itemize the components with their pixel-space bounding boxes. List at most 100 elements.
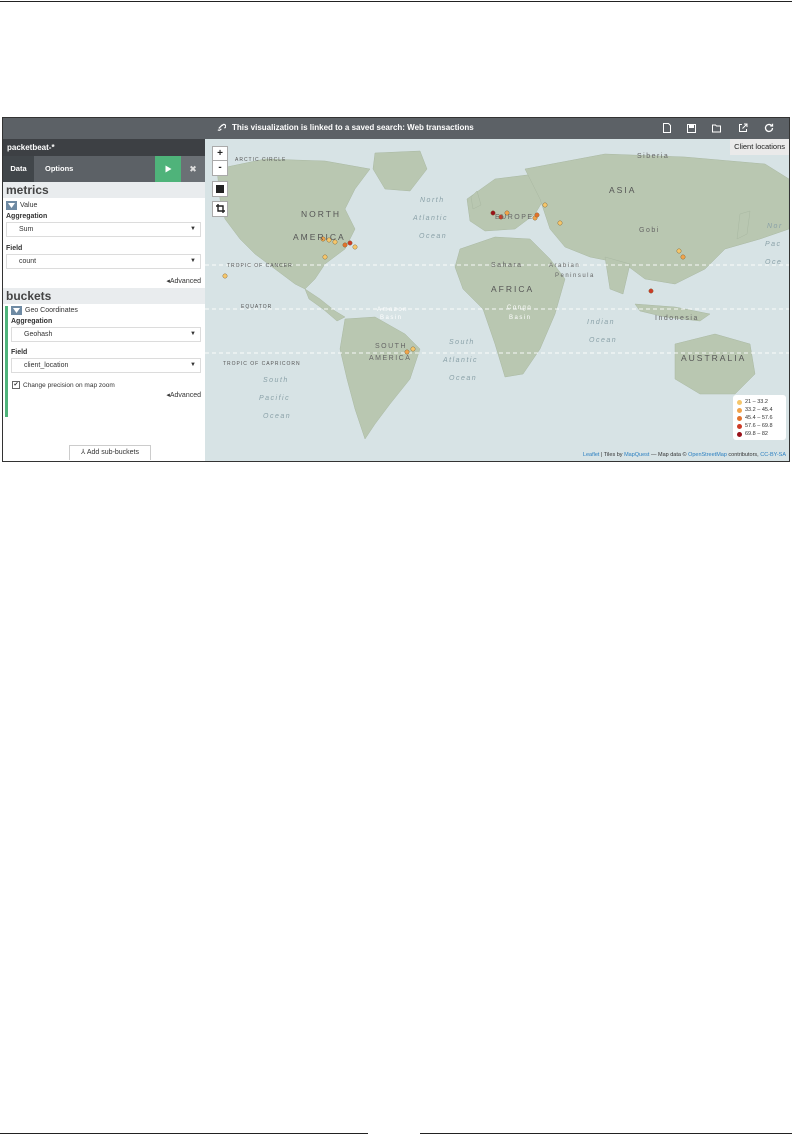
bucket-field-select[interactable]: client_location ▼ — [11, 358, 201, 373]
australia-land — [674, 333, 756, 395]
indian-ocean-label-1: Indian — [587, 319, 616, 326]
bucket-agg-header[interactable]: Geo Coordinates — [8, 306, 205, 315]
precision-checkbox-row[interactable]: ✔ Change precision on map zoom — [8, 381, 205, 389]
europe-label: EUROPE — [495, 214, 534, 221]
linked-search-message: This visualization is linked to a saved … — [217, 123, 474, 132]
location-marker[interactable] — [542, 202, 548, 208]
legend-row: 21 – 33.2 — [737, 398, 783, 406]
top-bar: This visualization is linked to a saved … — [3, 118, 789, 139]
editor-sidebar: packetbeat-* Data Options ✖ metrics Valu… — [3, 139, 205, 461]
legend-range-label: 57.6 – 69.8 — [745, 423, 773, 429]
map-data-text: — Map data © — [649, 452, 689, 458]
fit-bounds-button[interactable] — [212, 201, 228, 217]
metric-aggregation-label: Aggregation — [6, 213, 48, 220]
location-marker[interactable] — [404, 349, 410, 355]
location-marker[interactable] — [534, 212, 540, 218]
metric-agg-header[interactable]: Value — [3, 201, 205, 210]
legend-row: 33.2 – 45.4 — [737, 406, 783, 414]
osm-link[interactable]: OpenStreetMap — [688, 452, 727, 458]
bucket-field-label: Field — [11, 349, 28, 356]
metric-field-select[interactable]: count ▼ — [6, 254, 201, 269]
tropic-cancer-label: TROPIC OF CANCER — [227, 263, 293, 269]
world-map — [205, 139, 789, 461]
linked-search-text: This visualization is linked to a saved … — [232, 123, 474, 132]
map-canvas[interactable]: Client locations + - ARCTIC CIRCLE Siber… — [205, 139, 789, 461]
arctic-circle-label: ARCTIC CIRCLE — [235, 157, 287, 163]
sidebar-tabs: Data Options ✖ — [3, 156, 205, 182]
legend-swatch — [737, 423, 742, 429]
zoom-out-button[interactable]: - — [212, 160, 228, 176]
draw-rectangle-button[interactable] — [212, 181, 228, 197]
chevron-down-icon[interactable] — [6, 201, 17, 210]
metric-advanced-label: Advanced — [169, 278, 201, 285]
legend-row: 45.4 – 57.6 — [737, 414, 783, 422]
tab-options[interactable]: Options — [45, 156, 73, 182]
precision-checkbox[interactable]: ✔ — [12, 381, 20, 389]
north-pacific-label-1: Nor — [767, 223, 783, 230]
bucket-agg-name: Geo Coordinates — [25, 307, 78, 314]
refresh-icon[interactable] — [763, 122, 775, 134]
legend-range-label: 45.4 – 57.6 — [745, 415, 773, 421]
page-bottom-rule-left — [0, 1133, 368, 1134]
bucket-aggregation-select[interactable]: Geohash ▼ — [11, 327, 201, 342]
bucket-aggregation-value: Geohash — [24, 331, 53, 338]
discard-changes-button[interactable]: ✖ — [181, 156, 205, 182]
contributors-text: contributors, — [726, 452, 761, 458]
add-sub-buckets-label: Add sub-buckets — [86, 449, 139, 456]
add-sub-buckets-button[interactable]: ⅄ Add sub-buckets — [69, 445, 151, 460]
equator-label: EQUATOR — [241, 304, 273, 310]
metric-aggregation-select[interactable]: Sum ▼ — [6, 222, 201, 237]
caret-down-icon: ▼ — [190, 258, 196, 264]
asia-label: ASIA — [609, 185, 637, 195]
legend-row: 57.6 – 69.8 — [737, 422, 783, 430]
caret-down-icon: ▼ — [190, 331, 196, 337]
location-marker[interactable] — [352, 244, 358, 250]
south-atlantic-label-1: South — [449, 339, 475, 346]
australia-label: AUSTRALIA — [681, 353, 747, 363]
play-icon — [165, 165, 171, 173]
map-title: Client locations — [730, 139, 789, 155]
crop-icon — [215, 204, 225, 213]
location-marker[interactable] — [676, 248, 682, 254]
north-america-label-2: AMERICA — [293, 232, 346, 242]
open-icon[interactable] — [711, 122, 723, 134]
location-marker[interactable] — [342, 242, 348, 248]
amazon-label-1: Amazon — [377, 307, 409, 313]
congo-label-2: Basin — [509, 315, 532, 321]
link-icon — [217, 123, 226, 131]
congo-label-1: Congo — [507, 305, 533, 311]
bucket-agg-panel: Geo Coordinates Aggregation Geohash ▼ Fi… — [5, 306, 205, 417]
location-marker[interactable] — [648, 288, 654, 294]
license-link[interactable]: CC-BY-SA — [760, 452, 786, 458]
location-marker[interactable] — [222, 273, 228, 279]
save-icon[interactable] — [685, 122, 697, 134]
bucket-advanced-toggle[interactable]: ◂Advanced — [8, 391, 205, 417]
location-marker[interactable] — [322, 254, 328, 260]
south-america-label-2: AMERICA — [369, 355, 412, 362]
chevron-down-icon[interactable] — [11, 306, 22, 315]
index-pattern-title: packetbeat-* — [3, 139, 205, 156]
legend-swatch — [737, 407, 742, 413]
gobi-label: Gobi — [639, 227, 660, 234]
apply-changes-button[interactable] — [155, 156, 181, 182]
location-marker[interactable] — [410, 346, 416, 352]
metric-advanced-toggle[interactable]: ◂Advanced — [3, 277, 205, 285]
location-marker[interactable] — [680, 254, 686, 260]
bucket-aggregation-label: Aggregation — [11, 318, 53, 325]
legend-swatch — [737, 399, 742, 405]
tab-data[interactable]: Data — [3, 156, 34, 182]
amazon-label-2: Basin — [380, 315, 403, 321]
new-icon[interactable] — [661, 122, 673, 134]
location-marker[interactable] — [347, 240, 353, 246]
location-marker[interactable] — [557, 220, 563, 226]
tropic-capricorn-label: TROPIC OF CAPRICORN — [223, 361, 301, 367]
page-bottom-rule-right — [420, 1133, 792, 1134]
mapquest-link[interactable]: MapQuest — [624, 452, 649, 458]
north-america-label-1: NORTH — [301, 209, 342, 219]
kibana-visualize-screenshot: This visualization is linked to a saved … — [2, 117, 790, 462]
leaflet-link[interactable]: Leaflet — [583, 452, 600, 458]
share-icon[interactable] — [737, 122, 749, 134]
sahara-label: Sahara — [491, 262, 523, 269]
legend-swatch — [737, 415, 742, 421]
legend-row: 69.8 – 82 — [737, 430, 783, 438]
